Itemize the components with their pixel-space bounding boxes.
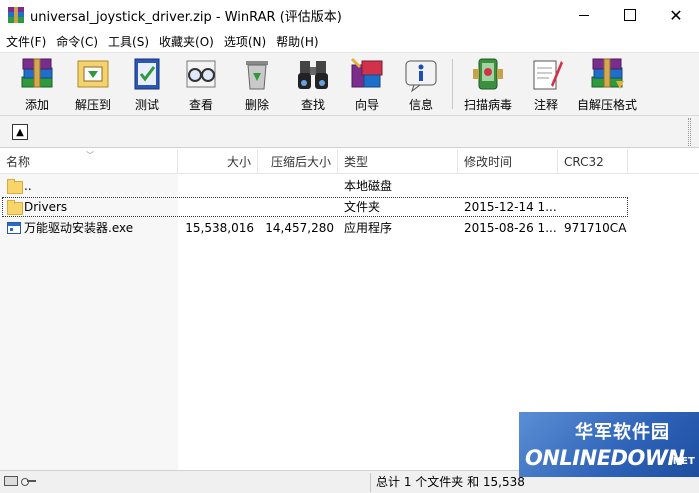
- row-name: Drivers: [24, 200, 68, 214]
- sort-chevron-icon: ﹀: [86, 151, 94, 160]
- column-packed-size[interactable]: 压缩后大小: [258, 150, 338, 174]
- sfx-button[interactable]: 自解压格式: [574, 55, 640, 113]
- view-glasses-icon: [182, 55, 220, 93]
- title-bar: universal_joystick_driver.zip - WinRAR (…: [0, 0, 699, 30]
- key-icon[interactable]: [21, 476, 37, 486]
- row-crc32: 971710CA: [564, 221, 627, 235]
- column-modified[interactable]: 修改时间: [458, 150, 558, 174]
- up-arrow-icon: ▲: [16, 126, 24, 138]
- folder-icon: [7, 200, 23, 215]
- winrar-app-icon[interactable]: [8, 7, 24, 23]
- menu-bar: 文件(F) 命令(C) 工具(S) 收藏夹(O) 选项(N) 帮助(H): [0, 30, 699, 52]
- toolbar-separator: [452, 59, 453, 109]
- watermark-net-text: .NET: [669, 456, 695, 467]
- test-button[interactable]: 测试: [126, 55, 168, 113]
- comment-button[interactable]: 注释: [526, 55, 566, 113]
- row-size: 15,538,016: [185, 221, 254, 235]
- toolbar: 添加 解压到 测试 查看 删除 查找 向导 信息 扫描病毒 注释 自解压格式: [0, 52, 699, 116]
- sfx-icon: [588, 55, 626, 93]
- watermark-en-text: ONLINEDOWN: [525, 446, 685, 470]
- address-bar: ▲: [0, 116, 699, 148]
- view-label: 查看: [188, 98, 213, 112]
- extract-folder-icon: [74, 55, 112, 93]
- delete-label: 删除: [244, 98, 269, 112]
- menu-options[interactable]: 选项(N): [220, 33, 270, 50]
- delete-recycle-icon: [238, 55, 276, 93]
- find-binoculars-icon: [294, 55, 332, 93]
- row-modified: 2015-08-26 1...: [464, 221, 556, 235]
- info-icon: [402, 55, 440, 93]
- menu-favorites[interactable]: 收藏夹(O): [155, 33, 218, 50]
- virus-scan-icon: [469, 55, 507, 93]
- menu-file[interactable]: 文件(F): [2, 33, 50, 50]
- close-button[interactable]: ✕: [653, 0, 699, 30]
- row-type: 应用程序: [344, 221, 393, 235]
- address-grip-handle[interactable]: [688, 118, 691, 146]
- list-row-exe[interactable]: 万能驱动安装器.exe 15,538,016 14,457,280 应用程序 2…: [0, 218, 699, 239]
- sfx-label: 自解压格式: [576, 98, 637, 112]
- add-books-icon: [18, 55, 56, 93]
- menu-help[interactable]: 帮助(H): [272, 33, 322, 50]
- wizard-icon: [348, 55, 386, 93]
- wizard-button[interactable]: 向导: [346, 55, 388, 113]
- status-separator: [370, 473, 371, 492]
- info-label: 信息: [408, 98, 433, 112]
- onlinedown-watermark: 华军软件园 ONLINEDOWN .NET: [519, 412, 699, 477]
- row-modified: 2015-12-14 1...: [464, 200, 556, 214]
- drive-icon[interactable]: [4, 476, 18, 486]
- menu-commands[interactable]: 命令(C): [52, 33, 102, 50]
- find-label: 查找: [300, 98, 325, 112]
- column-size[interactable]: 大小: [178, 150, 258, 174]
- add-button[interactable]: 添加: [14, 55, 60, 113]
- view-button[interactable]: 查看: [180, 55, 222, 113]
- add-label: 添加: [24, 98, 49, 112]
- list-row-drivers[interactable]: Drivers 文件夹 2015-12-14 1...: [0, 197, 699, 218]
- row-type: 本地磁盘: [344, 179, 393, 193]
- folder-icon: [7, 179, 23, 194]
- info-button[interactable]: 信息: [400, 55, 442, 113]
- minimize-button[interactable]: [561, 0, 607, 30]
- window-title: universal_joystick_driver.zip - WinRAR (…: [30, 9, 342, 25]
- comment-label: 注释: [533, 98, 558, 112]
- list-header: 名称 ﹀ 大小 压缩后大小 类型 修改时间 CRC32: [0, 150, 699, 174]
- up-folder-button[interactable]: ▲: [12, 124, 28, 140]
- wizard-label: 向导: [354, 98, 379, 112]
- column-crc32[interactable]: CRC32: [558, 150, 628, 174]
- extract-to-button[interactable]: 解压到: [70, 55, 116, 113]
- maximize-button[interactable]: [607, 0, 653, 30]
- row-packed-size: 14,457,280: [265, 221, 334, 235]
- find-button[interactable]: 查找: [292, 55, 334, 113]
- row-name: ..: [24, 179, 32, 193]
- test-label: 测试: [134, 98, 159, 112]
- extract-to-label: 解压到: [74, 98, 111, 112]
- column-type[interactable]: 类型: [338, 150, 458, 174]
- test-book-icon: [128, 55, 166, 93]
- comment-icon: [527, 55, 565, 93]
- menu-tools[interactable]: 工具(S): [104, 33, 153, 50]
- row-type: 文件夹: [344, 200, 381, 214]
- status-summary: 总计 1 个文件夹 和 15,538: [376, 475, 525, 489]
- application-icon: [7, 222, 21, 234]
- list-row-parent[interactable]: .. 本地磁盘: [0, 176, 699, 197]
- row-name: 万能驱动安装器.exe: [24, 221, 134, 235]
- watermark-cn-text: 华军软件园: [575, 422, 670, 443]
- delete-button[interactable]: 删除: [236, 55, 278, 113]
- virus-scan-button[interactable]: 扫描病毒: [460, 55, 516, 113]
- virus-scan-label: 扫描病毒: [463, 98, 512, 112]
